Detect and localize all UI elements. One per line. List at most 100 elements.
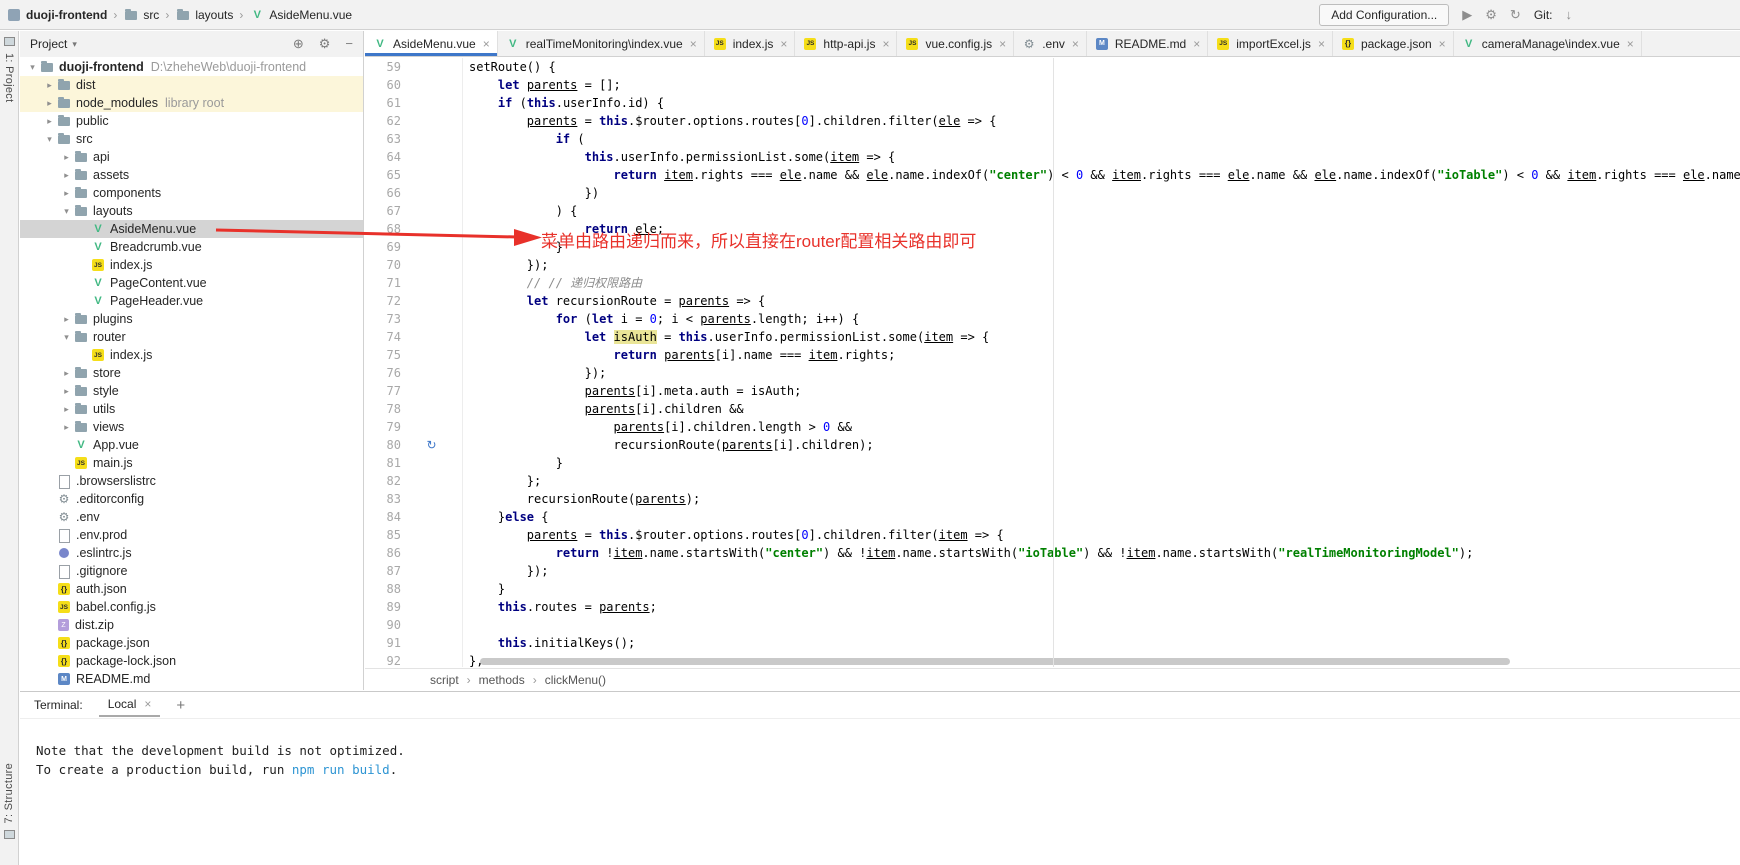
code-text: return !item.name.startsWith("center") &… [463,544,1473,562]
chevron-down-icon[interactable]: ▾ [72,39,77,50]
tree-arrow[interactable]: ▸ [43,80,56,91]
tree-arrow[interactable]: ▸ [60,422,73,433]
tree-item[interactable]: VAsideMenu.vue [20,220,363,238]
panel-settings-icon[interactable]: ⚙ [319,36,331,52]
tree-arrow[interactable]: ▾ [60,332,73,343]
tree-item[interactable]: ▸public [20,112,363,130]
editor-tab[interactable]: MREADME.md× [1087,31,1208,56]
settings-icon[interactable]: ⚙ [1485,8,1497,21]
close-icon[interactable]: × [144,697,151,711]
close-icon[interactable]: × [999,37,1006,51]
terminal-label[interactable]: Terminal: [34,698,83,712]
tree-item[interactable]: {}package.json [20,634,363,652]
run-icon[interactable]: ▶ [1462,8,1472,21]
tree-arrow[interactable]: ▸ [60,404,73,415]
editor-tab[interactable]: VAsideMenu.vue× [365,31,498,56]
new-terminal-icon[interactable]: + [176,697,185,714]
tree-item[interactable]: .env.prod [20,526,363,544]
tree-arrow[interactable]: ▸ [60,188,73,199]
tree-item[interactable]: .eslintrc.js [20,544,363,562]
tree-item[interactable]: ▸plugins [20,310,363,328]
editor-tab[interactable]: VrealTimeMonitoring\index.vue× [498,31,705,56]
close-icon[interactable]: × [1627,37,1634,51]
structure-tool-button[interactable]: 7: Structure [3,763,15,823]
editor-tab[interactable]: {}package.json× [1333,31,1454,56]
tree-item[interactable]: JSindex.js [20,346,363,364]
tree-item[interactable]: JSindex.js [20,256,363,274]
tree-item[interactable]: ▾src [20,130,363,148]
tree-item[interactable]: ▸dist [20,76,363,94]
editor-tab[interactable]: VcameraManage\index.vue× [1454,31,1642,56]
close-icon[interactable]: × [1439,37,1446,51]
breadcrumb-item[interactable]: layouts [175,7,233,23]
project-tool-button[interactable]: 1: Project [3,53,15,102]
git-update-icon[interactable]: ↓ [1566,8,1573,21]
editor-tab[interactable]: JSindex.js× [705,31,796,56]
terminal-tab-local[interactable]: Local × [99,693,161,717]
git-branch-label[interactable]: Git: [1534,8,1553,22]
close-icon[interactable]: × [483,37,490,51]
close-icon[interactable]: × [780,37,787,51]
editor-breadcrumb-item[interactable]: methods [479,673,525,687]
close-icon[interactable]: × [1193,37,1200,51]
tree-arrow[interactable]: ▸ [60,368,73,379]
horizontal-scrollbar[interactable] [480,658,1510,665]
breadcrumb-item[interactable]: VAsideMenu.vue [249,7,352,23]
tree-item[interactable]: ▸utils [20,400,363,418]
tree-item[interactable]: ⚙.env [20,508,363,526]
recursive-call-icon[interactable]: ↻ [401,436,463,454]
breadcrumb-item[interactable]: duoji-frontend [26,8,107,22]
tree-arrow[interactable]: ▾ [43,134,56,145]
tree-arrow[interactable]: ▾ [26,62,39,73]
tree-arrow[interactable]: ▸ [43,98,56,109]
tree-item[interactable]: ▸node_moduleslibrary root [20,94,363,112]
close-icon[interactable]: × [1072,37,1079,51]
tree-item[interactable]: ▸ assets [20,166,363,184]
tree-item[interactable]: Zdist.zip [20,616,363,634]
gutter-space [401,490,463,508]
tree-item[interactable]: ▸store [20,364,363,382]
tree-item[interactable]: MREADME.md [20,670,363,688]
hide-panel-icon[interactable]: − [345,36,353,52]
editor-tab[interactable]: ⚙.env× [1014,31,1087,56]
add-configuration-button[interactable]: Add Configuration... [1319,4,1449,26]
close-icon[interactable]: × [1318,37,1325,51]
tree-item[interactable]: {}package-lock.json [20,652,363,670]
tree-item[interactable]: VPageContent.vue [20,274,363,292]
tree-item[interactable]: .gitignore [20,562,363,580]
tree-item[interactable]: ▸style [20,382,363,400]
tree-arrow[interactable]: ▸ [60,314,73,325]
tree-item[interactable]: ▸views [20,418,363,436]
tree-item-label: assets [93,168,129,182]
editor-breadcrumb-item[interactable]: script [430,673,459,687]
editor-tab[interactable]: JShttp-api.js× [795,31,897,56]
tree-item[interactable]: JSbabel.config.js [20,598,363,616]
editor-tab[interactable]: JSvue.config.js× [897,31,1014,56]
tree-arrow[interactable]: ▸ [43,116,56,127]
tree-item[interactable]: ▾layouts [20,202,363,220]
tree-arrow[interactable]: ▸ [60,170,73,181]
tree-item[interactable]: VApp.vue [20,436,363,454]
tree-item[interactable]: JSmain.js [20,454,363,472]
tree-item[interactable]: ▸api [20,148,363,166]
tree-item[interactable]: ▾router [20,328,363,346]
tree-item[interactable]: ⚙.editorconfig [20,490,363,508]
tree-arrow[interactable]: ▸ [60,386,73,397]
editor-tab[interactable]: JSimportExcel.js× [1208,31,1333,56]
tree-arrow[interactable]: ▾ [60,206,73,217]
editor-breadcrumb-item[interactable]: clickMenu() [545,673,606,687]
update-project-icon[interactable]: ↻ [1510,8,1521,21]
tree-item[interactable]: ▸components [20,184,363,202]
tree-item[interactable]: VPageHeader.vue [20,292,363,310]
close-icon[interactable]: × [690,37,697,51]
tree-item[interactable]: .browserslistrc [20,472,363,490]
terminal-output[interactable]: Note that the development build is not o… [20,719,1740,779]
close-icon[interactable]: × [882,37,889,51]
breadcrumb-item[interactable]: src [123,7,159,23]
tree-item[interactable]: ▾duoji-frontendD:\zheheWeb\duoji-fronten… [20,58,363,76]
tree-arrow[interactable]: ▸ [60,152,73,163]
project-panel-title[interactable]: Project [30,37,67,51]
tree-item[interactable]: {}auth.json [20,580,363,598]
locate-file-icon[interactable]: ⊕ [293,36,304,52]
tree-item[interactable]: VBreadcrumb.vue [20,238,363,256]
